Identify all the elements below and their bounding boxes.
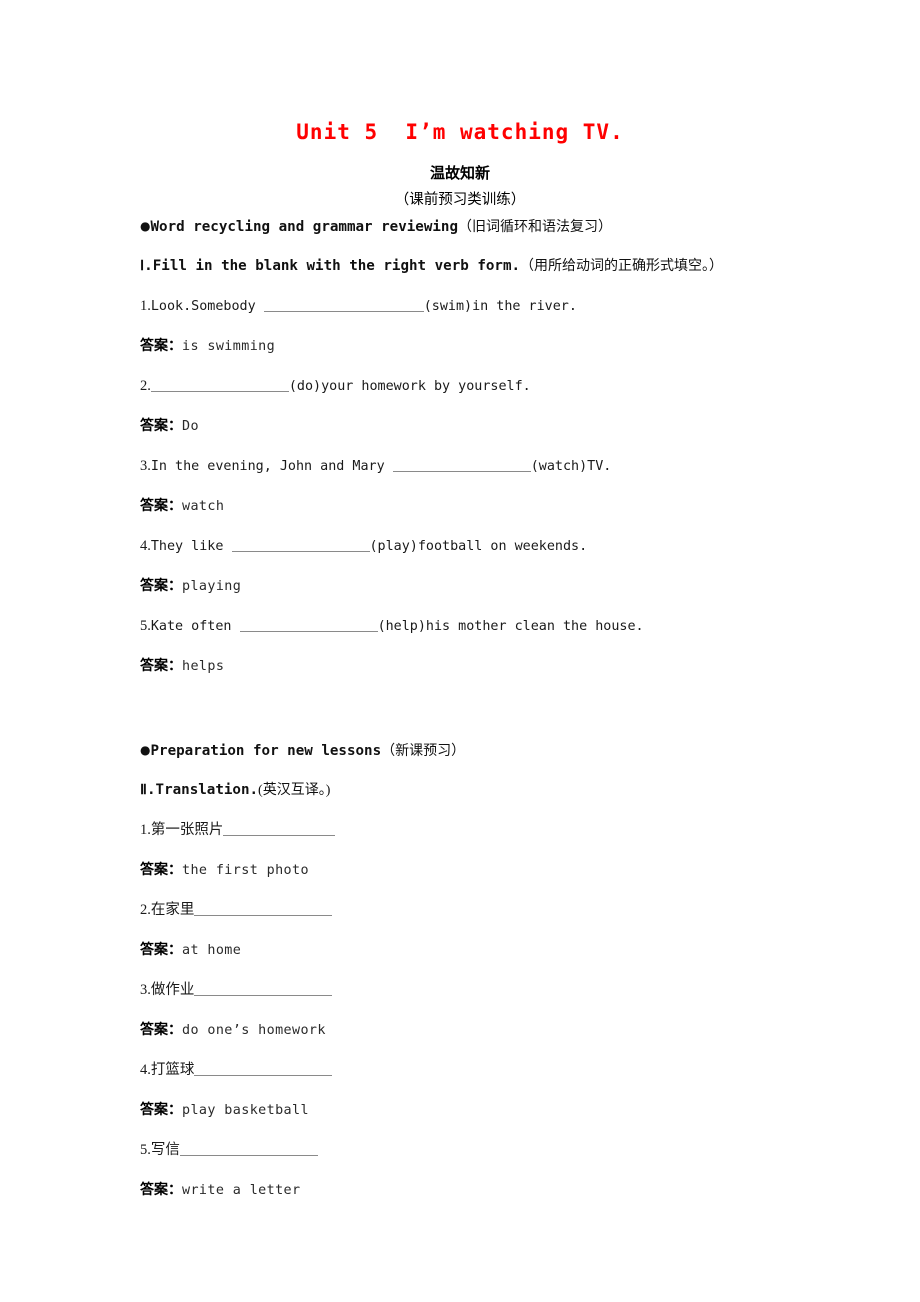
subtitle-note: （课前预习类训练） <box>394 192 526 208</box>
question-number: 4. <box>140 538 151 554</box>
document-page: Unit 5 I’m watching TV. 温故知新 （课前预习类训练） ●… <box>0 0 920 1302</box>
answer-row: 答案：is swimming <box>140 336 900 376</box>
answer-blank[interactable] <box>194 902 333 916</box>
question-item: 3.做作业 <box>140 980 900 1020</box>
answer-value: at home <box>182 943 242 958</box>
question-number: 5. <box>140 618 151 634</box>
question-item: 1.第一张照片 <box>140 820 900 860</box>
question-item: 4.They like (play)football on weekends. <box>140 536 900 576</box>
answer-row: 答案：write a letter <box>140 1180 900 1220</box>
document-body: ●Word recycling and grammar reviewing（旧词… <box>140 216 900 1220</box>
question-number: 5. <box>140 1142 151 1158</box>
answer-row: 答案：at home <box>140 940 900 980</box>
exercise-title-cn: (英汉互译。) <box>258 783 331 798</box>
answer-value: watch <box>182 499 225 514</box>
question-post: (play)football on weekends. <box>369 539 588 554</box>
answer-blank[interactable] <box>263 298 424 312</box>
question-pre: 在家里 <box>150 902 195 918</box>
exercise-number: Ⅰ. <box>140 258 153 274</box>
answer-value: helps <box>182 659 225 674</box>
answer-row: 答案：watch <box>140 496 900 536</box>
question-number: 3. <box>140 982 151 998</box>
question-item: 5.写信 <box>140 1140 900 1180</box>
answer-label: 答案： <box>140 338 182 354</box>
question-pre: Kate often <box>150 619 240 634</box>
question-pre: 写信 <box>150 1142 180 1158</box>
question-item: 2.在家里 <box>140 900 900 940</box>
question-pre: They like <box>150 539 232 554</box>
question-pre: Look.Somebody <box>150 299 264 314</box>
section-heading-2: ●Preparation for new lessons（新课预习） <box>140 740 900 780</box>
answer-label: 答案： <box>140 1102 182 1118</box>
question-number: 3. <box>140 458 151 474</box>
question-item: 3.In the evening, John and Mary (watch)T… <box>140 456 900 496</box>
question-number: 2. <box>140 902 151 918</box>
answer-label: 答案： <box>140 578 182 594</box>
answer-blank[interactable] <box>392 458 531 472</box>
question-pre: 做作业 <box>150 982 195 998</box>
answer-row: 答案：the first photo <box>140 860 900 900</box>
exercise-title-en: Fill in the blank with the right verb fo… <box>152 258 521 274</box>
answer-label: 答案： <box>140 498 182 514</box>
question-item: 5.Kate often (help)his mother clean the … <box>140 616 900 656</box>
answer-value: do one’s homework <box>182 1023 326 1038</box>
question-pre: In the evening, John and Mary <box>150 459 393 474</box>
answer-value: write a letter <box>182 1183 301 1198</box>
exercise-title-cn: （用所给动词的正确形式填空。） <box>520 259 724 274</box>
question-number: 1. <box>140 298 151 314</box>
answer-blank[interactable] <box>239 618 378 632</box>
answer-label: 答案： <box>140 658 182 674</box>
answer-blank[interactable] <box>179 1142 318 1156</box>
answer-label: 答案： <box>140 942 182 958</box>
section-heading-1: ●Word recycling and grammar reviewing（旧词… <box>140 216 900 256</box>
exercise-heading-2: Ⅱ.Translation.(英汉互译。) <box>140 780 900 820</box>
answer-row: 答案：helps <box>140 656 900 696</box>
answer-value: playing <box>182 579 242 594</box>
question-pre: 第一张照片 <box>150 822 224 838</box>
question-item: 4.打篮球 <box>140 1060 900 1100</box>
exercise-heading-1: Ⅰ.Fill in the blank with the right verb … <box>140 256 900 296</box>
question-number: 2. <box>140 378 151 394</box>
exercise-title-en: Translation. <box>155 782 259 798</box>
answer-value: play basketball <box>182 1103 309 1118</box>
answer-value: Do <box>182 419 199 434</box>
section-heading-cn: （旧词循环和语法复习） <box>457 220 612 235</box>
answer-label: 答案： <box>140 1022 182 1038</box>
answer-row: 答案：playing <box>140 576 900 616</box>
exercise-number: Ⅱ. <box>140 782 156 798</box>
answer-row: 答案：Do <box>140 416 900 456</box>
answer-row: 答案：do one’s homework <box>140 1020 900 1060</box>
answer-label: 答案： <box>140 1182 182 1198</box>
question-post: (help)his mother clean the house. <box>377 619 644 634</box>
subtitle: 温故知新 <box>429 164 490 182</box>
answer-blank[interactable] <box>194 1062 333 1076</box>
answer-row: 答案：play basketball <box>140 1100 900 1140</box>
question-post: (swim)in the river. <box>423 299 577 314</box>
page-title: Unit 5 I’m watching TV. <box>296 120 624 144</box>
answer-label: 答案： <box>140 418 182 434</box>
bullet-icon: ● <box>140 219 151 233</box>
question-number: 1. <box>140 822 151 838</box>
bullet-icon: ● <box>140 743 151 757</box>
answer-label: 答案： <box>140 862 182 878</box>
question-number: 4. <box>140 1062 151 1078</box>
section-heading-en: Preparation for new lessons <box>150 743 382 759</box>
answer-value: the first photo <box>182 863 309 878</box>
question-post: (watch)TV. <box>530 459 612 474</box>
question-post: (do)your homework by yourself. <box>288 379 531 394</box>
answer-blank[interactable] <box>194 982 333 996</box>
question-item: 2. (do)your homework by yourself. <box>140 376 900 416</box>
question-item: 1.Look.Somebody (swim)in the river. <box>140 296 900 336</box>
answer-blank[interactable] <box>150 378 289 392</box>
answer-blank[interactable] <box>223 822 336 836</box>
answer-blank[interactable] <box>231 538 370 552</box>
section-heading-en: Word recycling and grammar reviewing <box>150 219 458 235</box>
answer-value: is swimming <box>182 339 276 354</box>
section-heading-cn: （新课预习） <box>381 744 466 759</box>
question-pre: 打篮球 <box>150 1062 195 1078</box>
